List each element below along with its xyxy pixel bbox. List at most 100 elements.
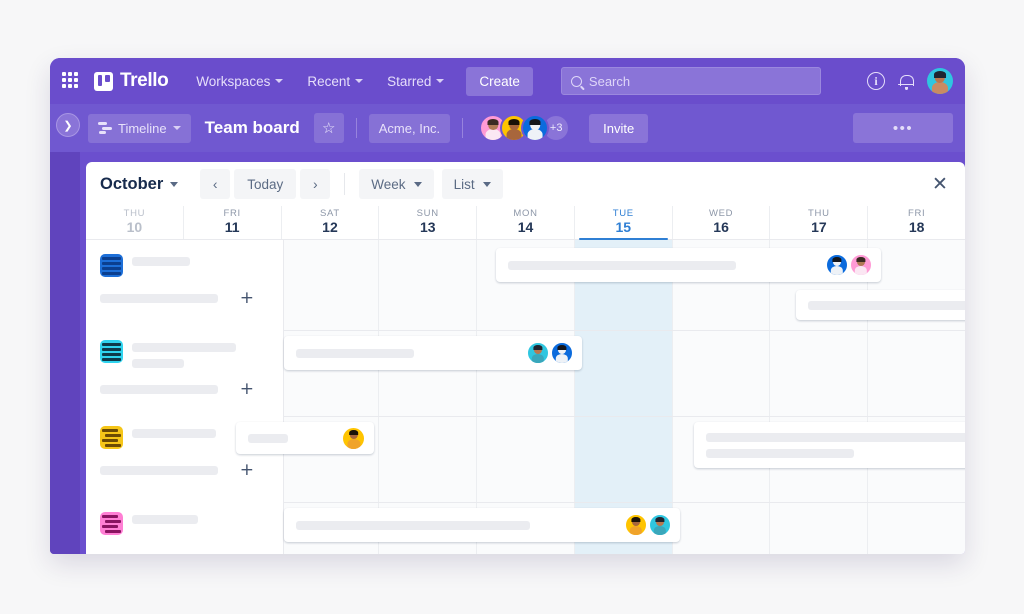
list-row[interactable]: +: [86, 240, 284, 307]
view-switcher-timeline[interactable]: Timeline: [88, 113, 191, 143]
timeline-card[interactable]: [284, 508, 680, 542]
day-column-header-fri-18[interactable]: FRI 18: [867, 206, 965, 239]
list-name-column: + + +: [86, 240, 284, 554]
list-icon-cyan: [100, 340, 123, 363]
icon-stripes: [100, 254, 123, 277]
day-column-header-wed-16[interactable]: WED 16: [671, 206, 770, 239]
grid-column-12[interactable]: [280, 240, 379, 554]
grid-column-14[interactable]: [476, 240, 574, 554]
create-button[interactable]: Create: [466, 66, 533, 96]
add-card-button[interactable]: +: [240, 462, 254, 479]
day-column-header-mon-14[interactable]: MON 14: [476, 206, 574, 239]
prev-period-button[interactable]: ‹: [200, 169, 231, 199]
top-nav-actions: i: [867, 68, 955, 94]
timeline-icon: [98, 122, 112, 134]
timeline-card[interactable]: [796, 290, 965, 320]
range-selector-week[interactable]: Week: [359, 169, 434, 199]
list-title-placeholder: [132, 257, 190, 266]
day-column-header-sun-13[interactable]: SUN 13: [378, 206, 476, 239]
brand-name: Trello: [120, 70, 169, 91]
trello-logo[interactable]: Trello: [94, 70, 169, 92]
timeline-card[interactable]: [694, 422, 965, 468]
member-avatar[interactable]: [550, 341, 574, 365]
day-number-label: 11: [224, 219, 240, 235]
grid-column-18[interactable]: [867, 240, 965, 554]
user-avatar[interactable]: [927, 68, 953, 94]
list-row[interactable]: [86, 498, 284, 535]
avatar-hair: [487, 118, 499, 125]
avatar-face: [629, 525, 643, 535]
star-board-button[interactable]: ☆: [313, 113, 344, 143]
info-icon[interactable]: i: [867, 72, 885, 90]
nav-item-workspaces[interactable]: Workspaces: [188, 68, 291, 95]
next-period-button[interactable]: ›: [300, 169, 331, 199]
chevron-down-icon: [413, 181, 422, 187]
avatar-face: [527, 128, 543, 140]
member-avatar[interactable]: [521, 114, 550, 142]
avatar-hair: [529, 118, 541, 125]
day-column-header-tue-15[interactable]: TUE 15: [573, 206, 672, 240]
chevron-down-icon: [482, 181, 491, 187]
timeline-card[interactable]: [236, 422, 374, 454]
day-number-label: 16: [713, 219, 729, 235]
day-number-label: 15: [615, 219, 632, 235]
list-add-row: +: [100, 462, 270, 479]
member-avatar[interactable]: [825, 253, 849, 277]
member-avatar[interactable]: [624, 513, 648, 537]
avatar-face: [485, 128, 501, 140]
avatar-face: [830, 265, 844, 275]
day-column-header-thu-17[interactable]: THU 17: [769, 206, 867, 239]
nav-item-starred[interactable]: Starred: [379, 68, 452, 95]
grid-column-13[interactable]: [378, 240, 477, 554]
today-button[interactable]: Today: [234, 169, 297, 199]
add-card-button[interactable]: +: [240, 381, 254, 398]
list-row[interactable]: +: [86, 326, 284, 398]
invite-button[interactable]: Invite: [589, 113, 649, 143]
board-menu-button[interactable]: •••: [853, 113, 953, 143]
avatar-hair: [655, 517, 665, 523]
timeline-card[interactable]: [284, 336, 582, 370]
member-avatar[interactable]: [526, 341, 550, 365]
grid-apps-icon[interactable]: [62, 72, 80, 90]
avatar-hair: [631, 517, 641, 523]
avatar-hair: [533, 345, 543, 351]
nav-item-label: Recent: [307, 73, 351, 89]
chevron-down-icon: [172, 126, 181, 130]
day-column-header-thu-10[interactable]: THU 10: [86, 206, 183, 239]
month-selector[interactable]: October: [100, 175, 182, 194]
view-selector-list[interactable]: List: [441, 169, 503, 199]
list-footer-placeholder: [100, 465, 218, 475]
range-label: Week: [371, 176, 406, 192]
search-input[interactable]: Search: [560, 67, 821, 95]
divider: [462, 118, 464, 138]
trello-mark-icon: [94, 71, 113, 91]
grid-column-15[interactable]: [573, 240, 672, 554]
list-row-titles: [132, 512, 198, 524]
bell-icon[interactable]: [898, 73, 914, 90]
divider: [344, 173, 346, 195]
day-number-label: 18: [908, 219, 925, 235]
board-header-bar: Timeline Team board ☆ Acme, Inc. +3 Invi…: [50, 104, 965, 152]
nav-item-recent[interactable]: Recent: [299, 68, 371, 95]
add-card-button[interactable]: +: [240, 290, 254, 307]
sidebar-expand-button[interactable]: ❯: [56, 113, 80, 137]
avatar-face: [653, 525, 667, 535]
list-row-header: [100, 254, 270, 277]
list-row-titles: [132, 340, 236, 368]
day-column-header-sat-12[interactable]: SAT 12: [280, 206, 379, 239]
member-avatar[interactable]: [648, 513, 672, 537]
member-avatar[interactable]: [341, 425, 366, 451]
close-icon[interactable]: ✕: [929, 173, 951, 195]
chevron-down-icon: [275, 79, 284, 83]
icon-stripes: [100, 512, 123, 535]
search-icon: [570, 75, 582, 87]
workspace-chip[interactable]: Acme, Inc.: [368, 113, 451, 143]
grid-column-17[interactable]: [769, 240, 868, 554]
list-title-placeholder: [132, 515, 198, 524]
trello-app-window: Trello Workspaces Recent Starred Create …: [50, 58, 965, 554]
day-column-header-fri-11[interactable]: FRI 11: [182, 206, 281, 239]
member-avatar[interactable]: [849, 253, 873, 277]
card-members: [624, 513, 672, 537]
grid-column-16[interactable]: [671, 240, 770, 554]
timeline-card[interactable]: [496, 248, 881, 282]
